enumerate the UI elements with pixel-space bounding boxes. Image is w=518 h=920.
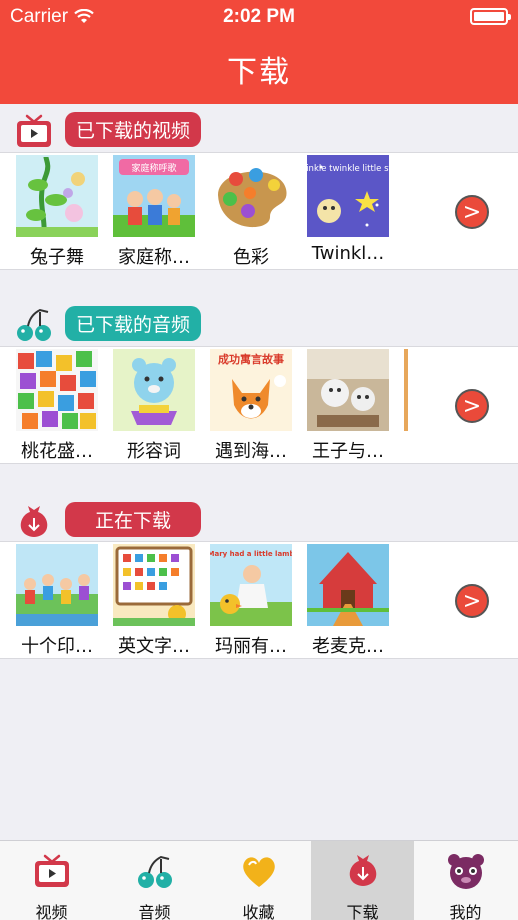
tab-downloads[interactable]: 下载 [311,841,414,920]
tab-audio[interactable]: 音频 [103,841,206,920]
music-note-icon [138,855,172,888]
more-button[interactable]: > [455,195,489,229]
tab-label: 音频 [138,903,171,920]
status-bar: Carrier 2:02 PM [0,0,518,34]
audio-list: 桃花盛… 形容词 成功寓言故事 遇到海… 王子与… > [0,346,518,464]
battery-icon [470,8,511,25]
heart-icon [243,857,275,887]
more-button[interactable]: > [455,584,489,618]
download-bag-icon [349,855,377,886]
tab-label: 收藏 [242,903,275,920]
thumbnail-text: 家庭称呼歌 [131,162,176,174]
more-button[interactable]: > [455,389,489,423]
thumbnail-image: 成功寓言故事 [210,349,292,431]
music-note-icon [17,308,51,341]
download-bag-icon [20,506,48,537]
item-title: 桃花盛… [21,441,93,462]
thumbnail-image: 家庭称呼歌 [113,155,195,237]
thumbnail-text: Mary had a little lamb [210,550,292,558]
item-title: 色彩 [233,247,269,268]
thumbnail-image: Mary had a little lamb [210,544,292,626]
section-header-downloading: 正在下载 [0,494,518,544]
thumbnail-image [113,544,195,626]
video-list: 兔子舞 家庭称呼歌 家庭称… 色彩 nkle twinkle little s … [0,152,518,270]
downloading-list: 十个印… 英文字… Mary had a little lamb 玛丽有… 老麦… [0,541,518,659]
item-title: 玛丽有… [215,636,287,657]
thumbnail-image [210,155,292,237]
tab-favorites[interactable]: 收藏 [207,841,310,920]
thumbnail-image [16,544,98,626]
item-title: 家庭称… [118,247,190,268]
thumbnail-image [16,349,98,431]
item-title: 老麦克… [312,636,384,657]
thumbnail-image [307,349,389,431]
tv-icon [17,114,51,147]
tab-videos[interactable]: 视频 [0,841,103,920]
item-title: 王子与… [312,441,384,462]
thumbnail-text: 成功寓言故事 [218,352,284,366]
thumbnail-image: Twinkle twinkle little star [307,155,389,237]
item-title: 遇到海… [215,441,287,462]
tab-profile[interactable]: 我的 [414,841,517,920]
bear-icon [448,854,484,889]
section-header-videos: 已下载的视频 [0,104,518,154]
section-title-pill[interactable]: 已下载的音频 [65,306,201,341]
nav-bar: 下载 [0,34,518,104]
tv-icon [35,854,69,887]
tab-bar: 视频 音频 收藏 下载 我的 [0,840,518,920]
tab-label: 视频 [35,903,68,920]
section-title-pill[interactable]: 已下载的视频 [65,112,201,147]
section-header-audio: 已下载的音频 [0,298,518,348]
thumbnail-image [113,349,195,431]
item-title: 形容词 [127,441,181,462]
thumbnail-image [307,544,389,626]
tab-label: 我的 [449,903,482,920]
item-title: 英文字… [118,636,190,657]
scroll-peek-thumbnail [404,349,408,431]
status-time: 2:02 PM [223,6,295,27]
item-title: Twinkl… [311,243,385,264]
item-title: 十个印… [21,636,93,657]
page-title: 下载 [227,55,291,90]
thumbnail-text: Twinkle twinkle little star [307,164,389,174]
tab-label: 下载 [346,903,379,920]
item-title: 兔子舞 [30,247,84,268]
thumbnail-image [16,155,98,237]
section-title-pill[interactable]: 正在下载 [65,502,201,537]
